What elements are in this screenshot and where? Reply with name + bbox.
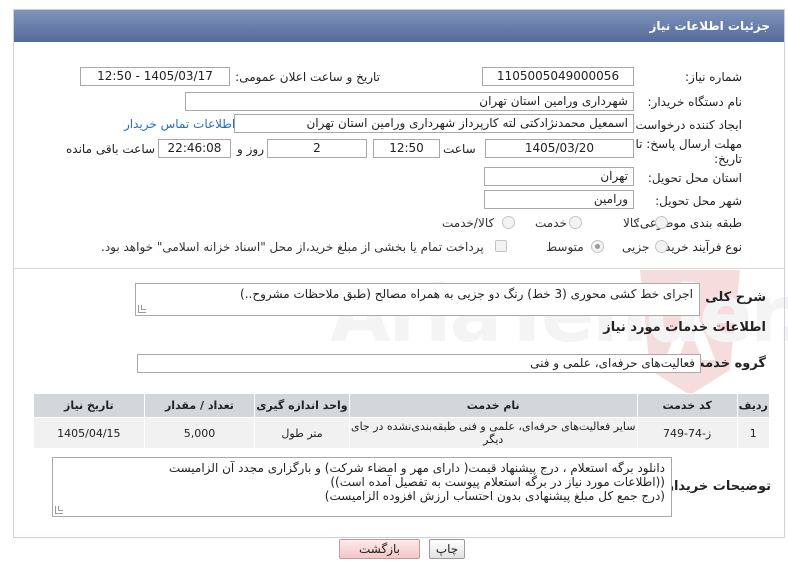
process-medium-label: متوسط xyxy=(546,240,584,254)
requester-field: اسمعیل محمدنژادکتی لته کارپرداز شهرداری … xyxy=(234,114,634,133)
buyer-notes-textarea: دانلود برگه استعلام ، درج پیشنهاد قیمت( … xyxy=(52,457,672,517)
category-goods-label: کالا xyxy=(623,216,640,230)
service-group-field: فعالیت‌های حرفه‌ای، علمی و فنی xyxy=(137,354,701,373)
process-medium-radio[interactable] xyxy=(591,240,604,253)
deadline-date-field: 1405/03/20 xyxy=(485,139,634,158)
buyer-contact-link[interactable]: اطلاعات تماس خریدار xyxy=(124,117,235,131)
divider xyxy=(14,268,784,269)
city-field: ورامین xyxy=(484,190,634,209)
table-row: 1 ز-74-749 سایر فعالیت‌های حرفه‌ای، علمی… xyxy=(33,417,771,449)
process-partial-label: جزیی xyxy=(622,240,650,254)
treasury-payment-note: پرداخت تمام یا بخشی از مبلغ خرید،از محل … xyxy=(101,240,484,254)
announce-label: تاریخ و ساعت اعلان عمومی: xyxy=(235,70,380,84)
buyer-notes-line-2: ((اطلاعات مورد نیاز در برگه استعلام پیوس… xyxy=(330,475,665,489)
cell-code: ز-74-749 xyxy=(636,417,738,449)
resize-handle-icon[interactable] xyxy=(55,506,63,514)
deadline-time-field: 12:50 xyxy=(373,139,440,158)
cell-qty: 5,000 xyxy=(143,417,256,449)
col-date: تاریخ نیاز xyxy=(33,393,145,418)
col-qty: تعداد / مقدار xyxy=(143,393,256,418)
buyer-notes-line-1: دانلود برگه استعلام ، درج پیشنهاد قیمت( … xyxy=(168,461,665,475)
province-label: استان محل تحویل: xyxy=(647,171,742,185)
province-field: تهران xyxy=(484,167,634,186)
days-label: روز و xyxy=(237,142,264,156)
services-section-title: اطلاعات خدمات مورد نیاز xyxy=(603,320,766,335)
deadline-label-date: تاریخ: xyxy=(714,152,742,166)
category-goods-service-label: کالا/خدمت xyxy=(442,216,495,230)
deadline-time-label: ساعت xyxy=(443,142,476,156)
need-number-label: شماره نیاز: xyxy=(685,70,742,84)
process-label: نوع فرآیند خرید : xyxy=(657,240,742,254)
panel-header: جزئیات اطلاعات نیاز xyxy=(14,10,784,42)
process-partial-radio[interactable] xyxy=(655,240,668,253)
announce-field: 1405/03/17 - 12:50 xyxy=(80,67,230,86)
category-label: طبقه بندی موضوعی: xyxy=(635,216,742,230)
buyer-notes-line-3: (درج جمع کل مبلغ پیشنهادی بدون احتساب ار… xyxy=(324,489,665,503)
buyer-notes-label: توضیحات خریدار: xyxy=(661,479,771,494)
col-code: کد خدمت xyxy=(636,393,738,418)
cell-unit: متر طول xyxy=(254,417,350,449)
resize-handle-icon[interactable] xyxy=(138,305,146,313)
cell-date: 1405/04/15 xyxy=(33,417,145,449)
cell-row: 1 xyxy=(736,417,771,449)
deadline-label: مهلت ارسال پاسخ: تا xyxy=(635,137,742,151)
remaining-time-field: 22:46:08 xyxy=(158,139,231,158)
description-textarea: اجرای خط کشی محوری (3 خط) رنگ دو جزیی به… xyxy=(135,283,700,316)
buyer-org-label: نام دستگاه خریدار: xyxy=(647,95,743,109)
col-row: ردیف xyxy=(736,393,771,418)
print-button[interactable]: چاپ xyxy=(429,539,465,559)
category-service-radio[interactable] xyxy=(569,216,582,229)
category-goods-radio[interactable] xyxy=(655,216,668,229)
back-button[interactable]: بازگشت xyxy=(339,539,420,559)
requester-label: ایجاد کننده درخواست: xyxy=(631,118,742,132)
services-table: ردیف کد خدمت نام خدمت واحد اندازه گیری ت… xyxy=(33,393,771,449)
remaining-time-label: ساعت باقی مانده xyxy=(66,142,156,156)
cell-name: سایر فعالیت‌های حرفه‌ای، علمی و فنی طبقه… xyxy=(348,417,638,449)
description-text: اجرای خط کشی محوری (3 خط) رنگ دو جزیی به… xyxy=(240,287,693,301)
col-name: نام خدمت xyxy=(348,393,638,418)
need-number-field: 1105005049000056 xyxy=(482,67,634,86)
treasury-payment-checkbox[interactable] xyxy=(495,240,507,252)
category-service-label: خدمت xyxy=(535,216,567,230)
category-goods-service-radio[interactable] xyxy=(502,216,515,229)
buyer-org-field: شهرداری ورامین استان تهران xyxy=(185,92,634,111)
col-unit: واحد اندازه گیری xyxy=(254,393,350,418)
city-label: شهر محل تحویل: xyxy=(655,194,742,208)
days-field: 2 xyxy=(267,139,367,158)
